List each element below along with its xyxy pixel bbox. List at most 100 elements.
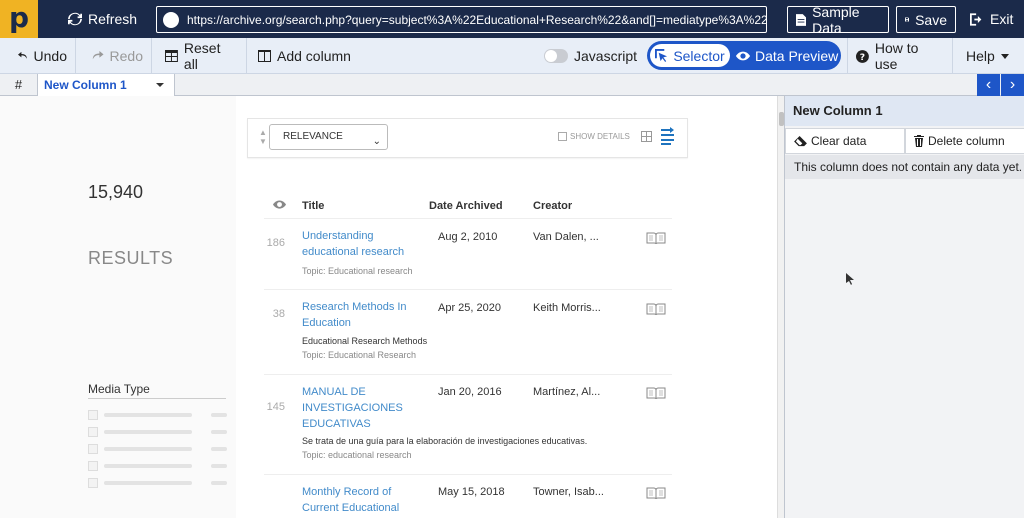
list-view-icon[interactable] (661, 127, 675, 145)
results-label: RESULTS (88, 248, 174, 268)
url-text: https://archive.org/search.php?query=sub… (187, 12, 767, 27)
sort-value: RELEVANCE (283, 131, 343, 142)
result-description: Se trata de una guía para la elaboración… (302, 436, 588, 446)
url-field[interactable]: https://archive.org/search.php?query=sub… (156, 6, 767, 33)
app-logo: p (0, 0, 38, 38)
show-details-label: SHOW DETAILS (570, 132, 630, 141)
how-to-use-button[interactable]: ? How to use (847, 38, 953, 74)
help-label: Help (966, 48, 995, 64)
grid-view-icon[interactable] (641, 131, 652, 142)
result-creator: Towner, Isab... (533, 486, 604, 498)
result-date: Aug 2, 2010 (438, 231, 498, 243)
book-icon (646, 487, 666, 500)
row-index-header: # (0, 74, 38, 96)
refresh-label: Refresh (88, 11, 138, 27)
globe-icon (163, 11, 179, 28)
sample-data-button[interactable]: Sample Data (787, 4, 889, 36)
result-topic: Topic: Educational Research (302, 350, 417, 360)
chevron-down-icon: ⌄ (372, 136, 381, 147)
column-tab-label: New Column 1 (44, 78, 127, 92)
redo-button[interactable]: Redo (84, 38, 152, 74)
sign-out-icon (970, 12, 982, 26)
row-rank: 145 (266, 401, 285, 413)
selector-icon (655, 49, 668, 62)
row-rank: 38 (272, 308, 285, 320)
save-label: Save (915, 11, 947, 28)
column-panel: New Column 1 Clear data Delete column Th… (784, 96, 1024, 518)
sort-bar: ▲ ▼ RELEVANCE ⌄ SHOW DETAILS (247, 118, 688, 158)
page-scrollbar[interactable] (777, 96, 784, 518)
columns-icon (258, 50, 271, 62)
save-icon (905, 17, 910, 22)
help-dropdown[interactable]: Help (958, 38, 1017, 74)
eye-icon (736, 51, 750, 60)
result-date: Jan 20, 2016 (438, 386, 502, 398)
clear-data-label: Clear data (811, 134, 867, 148)
selector-mode-button[interactable]: Selector (650, 44, 730, 67)
result-description: Educational Research Methods (302, 336, 428, 346)
sort-arrows-icon: ▲ ▼ (259, 128, 267, 146)
prev-column-button[interactable]: ‹ (977, 74, 1000, 96)
undo-label: Undo (33, 48, 67, 64)
selector-label: Selector (673, 47, 725, 64)
undo-button[interactable]: Undo (10, 38, 76, 74)
refresh-icon (68, 12, 82, 26)
data-preview-button[interactable]: Data Preview (736, 44, 838, 67)
column-tab-new-column-1[interactable]: New Column 1 (38, 74, 175, 96)
show-details-toggle[interactable]: SHOW DETAILS (558, 132, 630, 141)
result-date: May 15, 2018 (438, 486, 505, 498)
column-header-title[interactable]: Title (302, 200, 324, 212)
clear-data-button[interactable]: Clear data (785, 128, 905, 154)
redo-icon (92, 51, 104, 60)
add-column-label: Add column (277, 48, 351, 64)
add-column-button[interactable]: Add column (250, 38, 359, 74)
data-preview-label: Data Preview (755, 47, 839, 64)
result-title-link[interactable]: Monthly Record of Current Educational (302, 484, 420, 516)
how-to-use-label: How to use (874, 40, 919, 72)
show-details-checkbox[interactable] (558, 132, 567, 141)
column-header-date[interactable]: Date Archived (429, 200, 503, 212)
column-header-creator[interactable]: Creator (533, 200, 572, 212)
result-title-link[interactable]: Understanding educational research (302, 228, 420, 260)
undo-icon (18, 51, 27, 59)
exit-button[interactable]: Exit (962, 0, 1021, 38)
top-bar: p Refresh https://archive.org/search.php… (0, 0, 1024, 38)
book-icon (646, 303, 666, 316)
mouse-cursor-icon (846, 273, 854, 285)
delete-column-label: Delete column (928, 134, 1005, 148)
divider (264, 474, 672, 475)
eraser-icon (794, 135, 807, 146)
next-column-button[interactable]: › (1001, 74, 1024, 96)
divider (264, 289, 672, 290)
caret-down-icon (156, 83, 164, 87)
divider (88, 398, 226, 399)
reset-all-label: Reset all (183, 40, 221, 72)
row-rank: 186 (266, 237, 285, 249)
table-icon (165, 50, 178, 62)
reset-all-button[interactable]: Reset all (157, 38, 247, 74)
svg-text:?: ? (860, 52, 865, 63)
panel-title: New Column 1 (785, 96, 1024, 126)
divider (264, 218, 672, 219)
result-title-link[interactable]: MANUAL DE INVESTIGACIONES EDUCATIVAS (302, 384, 420, 432)
book-icon (646, 232, 666, 245)
sort-select[interactable]: RELEVANCE ⌄ (269, 124, 388, 150)
save-button[interactable]: Save (896, 6, 956, 33)
javascript-toggle[interactable] (544, 49, 568, 63)
delete-column-button[interactable]: Delete column (905, 128, 1024, 154)
column-bar: # New Column 1 (0, 74, 1024, 96)
trash-icon (914, 135, 924, 147)
refresh-button[interactable]: Refresh (60, 0, 145, 38)
redo-label: Redo (109, 48, 143, 64)
media-type-title: Media Type (88, 382, 150, 396)
results-count: 15,940 (88, 182, 144, 202)
result-date: Apr 25, 2020 (438, 302, 501, 314)
result-creator: Keith Morris... (533, 302, 601, 314)
result-topic: Topic: educational research (302, 450, 412, 460)
javascript-label: Javascript (574, 48, 638, 64)
empty-column-message: This column does not contain any data ye… (785, 155, 1024, 179)
result-title-link[interactable]: Research Methods In Education (302, 299, 420, 331)
exit-label: Exit (990, 11, 1014, 27)
divider (264, 374, 672, 375)
book-icon (646, 387, 666, 400)
